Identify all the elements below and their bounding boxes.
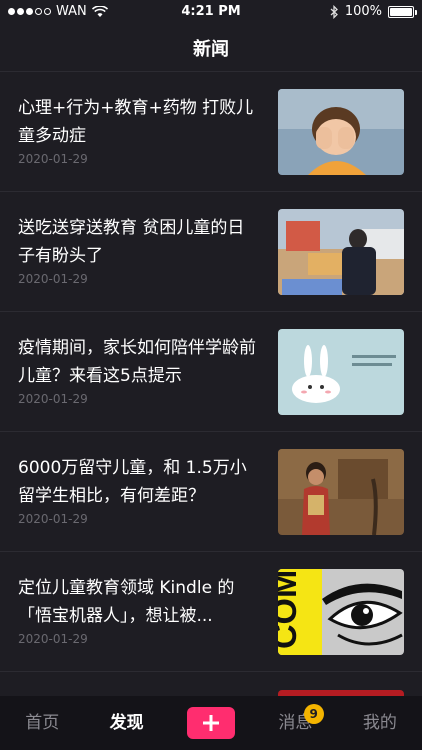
news-title: 疫情期间，家长如何陪伴学龄前儿童？来看这5点提示 xyxy=(18,338,256,386)
bluetooth-icon xyxy=(330,4,338,19)
tab-create[interactable] xyxy=(169,696,253,750)
news-title: 定位儿童教育领域 Kindle 的「悟宝机器人」，想让被... xyxy=(18,578,235,626)
news-item[interactable]: 心理+行为+教育+药物 打败儿童多动症 2020-01-29 xyxy=(0,72,422,192)
tab-messages[interactable]: 消息 9 xyxy=(253,696,337,750)
navigation-bar: 新闻 xyxy=(0,24,422,72)
status-right: 100% xyxy=(330,4,417,19)
news-date: 2020-01-29 xyxy=(18,272,88,286)
news-item[interactable]: 定位儿童教育领域 Kindle 的「悟宝机器人」，想让被... 2020-01-… xyxy=(0,552,422,672)
news-list: 心理+行为+教育+药物 打败儿童多动症 2020-01-29 送吃送穿送教育 贫… xyxy=(0,72,422,672)
add-post-button[interactable] xyxy=(187,707,236,739)
news-item[interactable]: 送吃送穿送教育 贫困儿童的日子有盼头了 2020-01-29 xyxy=(0,192,422,312)
news-date: 2020-01-29 xyxy=(18,152,88,166)
tab-home[interactable]: 首页 xyxy=(0,696,84,750)
news-title: 送吃送穿送教育 贫困儿童的日子有盼头了 xyxy=(18,218,245,266)
svg-text:COM: COM xyxy=(278,570,304,649)
status-bar: WAN 4:21 PM 100% xyxy=(0,0,422,24)
news-title: 心理+行为+教育+药物 打败儿童多动症 xyxy=(18,98,254,146)
news-title: 6000万留守儿童，和 1.5万小留学生相比，有何差距？ xyxy=(18,458,247,506)
rabbit-toy-image xyxy=(278,329,404,415)
battery-percent: 100% xyxy=(344,4,382,19)
delivery-to-children-image xyxy=(278,209,404,295)
tab-discover[interactable]: 发现 xyxy=(84,696,168,750)
news-date: 2020-01-29 xyxy=(18,392,88,406)
unread-badge: 9 xyxy=(303,704,324,724)
news-item[interactable]: 疫情期间，家长如何陪伴学龄前儿童？来看这5点提示 2020-01-29 xyxy=(0,312,422,432)
news-date: 2020-01-29 xyxy=(18,512,88,526)
battery-icon xyxy=(388,5,417,18)
news-date: 2020-01-29 xyxy=(18,632,88,646)
tab-me[interactable]: 我的 xyxy=(338,696,422,750)
page-title: 新闻 xyxy=(193,38,229,60)
news-item[interactable]: 6000万留守儿童，和 1.5万小留学生相比，有何差距？ 2020-01-29 xyxy=(0,432,422,552)
child-covering-eyes-image xyxy=(278,89,404,175)
tab-bar: 首页 发现 消息 9 我的 xyxy=(0,696,422,750)
rural-child-image xyxy=(278,449,404,535)
com-eye-graphic-image: COM xyxy=(278,569,404,655)
